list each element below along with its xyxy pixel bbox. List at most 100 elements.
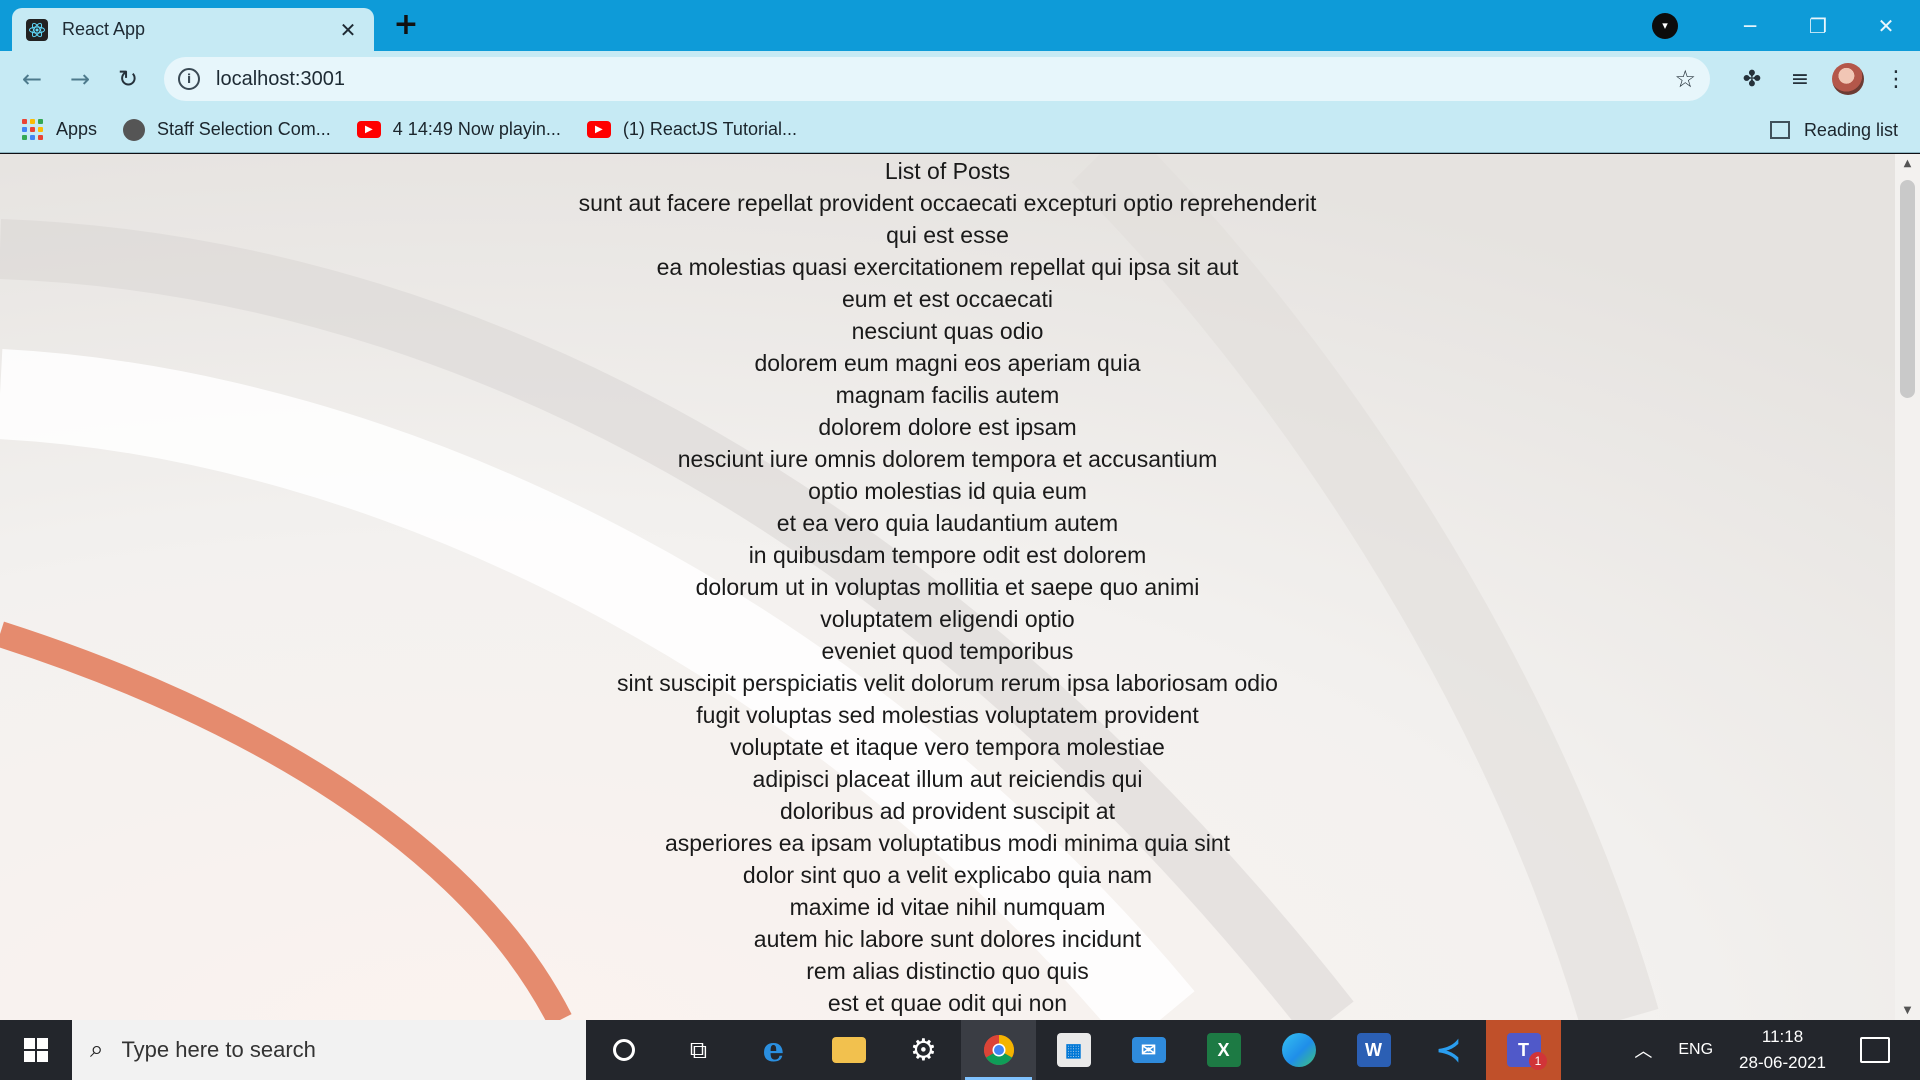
post-title: voluptate et itaque vero tempora molesti… <box>730 734 1165 760</box>
reading-list-icon <box>1769 121 1790 139</box>
post-title: dolorum ut in voluptas mollitia et saepe… <box>695 574 1200 600</box>
post-title: magnam facilis autem <box>835 382 1060 408</box>
taskbar-search-box[interactable]: ⌕ Type here to search <box>72 1020 586 1080</box>
toolbar-right-actions: ✤ ≡ ⋮ <box>1728 51 1920 107</box>
back-arrow-icon[interactable]: ← <box>14 61 50 97</box>
store-icon[interactable]: ▦ <box>1036 1020 1111 1080</box>
extensions-puzzle-icon[interactable]: ✤ <box>1728 67 1776 92</box>
bookmark-staff-selection[interactable]: Staff Selection Com... <box>123 118 331 141</box>
page-title: List of Posts <box>884 158 1011 184</box>
file-explorer-icon[interactable] <box>811 1020 886 1080</box>
system-tray: ︿ ENG 11:18 28-06-2021 <box>1634 1020 1920 1080</box>
post-title: nesciunt iure omnis dolorem tempora et a… <box>677 446 1218 472</box>
post-title: ea molestias quasi exercitationem repell… <box>656 254 1239 280</box>
mail-icon[interactable]: ✉ <box>1111 1020 1186 1080</box>
excel-icon[interactable]: X <box>1186 1020 1261 1080</box>
bookmark-star-icon[interactable]: ☆ <box>1674 65 1696 93</box>
page-viewport: List of Posts sunt aut facere repellat p… <box>0 154 1920 1020</box>
scroll-up-icon[interactable]: ▲ <box>1895 158 1920 169</box>
reading-list-button[interactable]: Reading list <box>1769 107 1898 153</box>
post-title: autem hic labore sunt dolores incidunt <box>753 926 1142 952</box>
action-center-icon[interactable] <box>1860 1037 1890 1063</box>
taskbar-apps: ⧉ e ⚙ ▦ ✉ X W ≺ T 1 <box>586 1020 1561 1080</box>
tab-close-icon[interactable]: ✕ <box>336 18 360 42</box>
profile-avatar[interactable] <box>1832 63 1864 95</box>
react-favicon-icon <box>26 18 48 41</box>
post-title: sint suscipit perspiciatis velit dolorum… <box>617 670 1278 696</box>
youtube-icon: ▶ <box>356 121 381 138</box>
settings-icon[interactable]: ⚙ <box>886 1020 961 1080</box>
globe-icon <box>123 118 146 141</box>
address-bar-url[interactable]: localhost:3001 <box>216 68 1674 91</box>
cortana-icon[interactable] <box>586 1020 661 1080</box>
search-placeholder: Type here to search <box>121 1037 316 1062</box>
windows-taskbar: ⌕ Type here to search ⧉ e ⚙ ▦ ✉ X W ≺ T … <box>0 1020 1920 1080</box>
clock-date: 28-06-2021 <box>1739 1053 1826 1072</box>
search-icon: ⌕ <box>90 1036 104 1063</box>
bookmark-apps[interactable]: Apps <box>22 118 98 141</box>
post-title: eveniet quod temporibus <box>821 638 1074 664</box>
scrollbar-thumb[interactable] <box>1900 180 1915 398</box>
minimize-icon[interactable]: ─ <box>1716 14 1784 38</box>
post-title: voluptatem eligendi optio <box>820 606 1075 632</box>
window-controls: ▾ ─ ❐ ✕ <box>1652 0 1920 51</box>
scroll-down-icon[interactable]: ▼ <box>1895 1005 1920 1016</box>
browser-titlebar: React App ✕ + ▾ ─ ❐ ✕ <box>0 0 1920 51</box>
post-title: asperiores ea ipsam voluptatibus modi mi… <box>664 830 1231 856</box>
chrome-icon[interactable] <box>961 1020 1036 1080</box>
browser-toolbar: ← → ↻ i localhost:3001 ☆ <box>0 51 1920 107</box>
windows-logo-icon <box>24 1038 48 1062</box>
show-hidden-icons-chevron-icon[interactable]: ︿ <box>1634 1037 1652 1063</box>
tab-title: React App <box>62 19 146 39</box>
reading-list-label: Reading list <box>1803 119 1898 140</box>
post-title: nesciunt quas odio <box>851 318 1044 344</box>
post-title: sunt aut facere repellat provident occae… <box>578 190 1317 216</box>
post-title: dolor sint quo a velit explicabo quia na… <box>742 862 1153 888</box>
task-view-icon[interactable]: ⧉ <box>661 1020 736 1080</box>
clock-time: 11:18 <box>1761 1027 1804 1046</box>
new-tab-button[interactable]: + <box>390 8 422 42</box>
edge-legacy-icon[interactable]: e <box>736 1020 811 1080</box>
post-title: dolorem dolore est ipsam <box>818 414 1077 440</box>
edge-icon[interactable] <box>1261 1020 1336 1080</box>
post-title: et ea vero quia laudantium autem <box>776 510 1119 536</box>
tab-react-app[interactable]: React App ✕ <box>12 8 374 51</box>
apps-grid-icon <box>22 118 44 141</box>
post-title: optio molestias id quia eum <box>808 478 1087 504</box>
bookmark-now-playing[interactable]: ▶ 4 14:49 Now playin... <box>356 119 561 140</box>
post-title: rem alias distinctio quo quis <box>806 958 1089 984</box>
vertical-scrollbar[interactable]: ▲ ▼ <box>1895 154 1920 1020</box>
start-button[interactable] <box>0 1020 72 1080</box>
word-icon[interactable]: W <box>1336 1020 1411 1080</box>
post-title: maxime id vitae nihil numquam <box>789 894 1106 920</box>
post-title: in quibusdam tempore odit est dolorem <box>748 542 1147 568</box>
reload-icon[interactable]: ↻ <box>110 61 146 97</box>
forward-arrow-icon[interactable]: → <box>62 61 98 97</box>
post-title: doloribus ad provident suscipit at <box>780 798 1115 824</box>
post-title: eum et est occaecati <box>842 286 1053 312</box>
post-title: dolorem eum magni eos aperiam quia <box>754 350 1141 376</box>
bookmarks-bar: Apps Staff Selection Com... ▶ 4 14:49 No… <box>0 107 1920 153</box>
posts-container: List of Posts sunt aut facere repellat p… <box>0 154 1895 1019</box>
bookmark-label: Apps <box>56 119 98 139</box>
youtube-icon: ▶ <box>586 121 611 138</box>
post-title: fugit voluptas sed molestias voluptatem … <box>696 702 1199 728</box>
address-bar[interactable]: i localhost:3001 ☆ <box>164 57 1710 101</box>
site-info-icon[interactable]: i <box>178 68 200 90</box>
post-title: est et quae odit qui non <box>827 990 1068 1016</box>
bookmark-label: 4 14:49 Now playin... <box>392 119 561 139</box>
teams-icon[interactable]: T 1 <box>1486 1020 1561 1080</box>
bookmark-reactjs-tutorial[interactable]: ▶ (1) ReactJS Tutorial... <box>586 119 797 140</box>
bookmark-label: (1) ReactJS Tutorial... <box>622 119 797 139</box>
post-title: adipisci placeat illum aut reiciendis qu… <box>752 766 1143 792</box>
media-controls-icon[interactable]: ≡ <box>1776 67 1824 92</box>
teams-badge: 1 <box>1529 1052 1547 1070</box>
restore-icon[interactable]: ❐ <box>1784 14 1852 38</box>
input-language[interactable]: ENG <box>1678 1041 1713 1059</box>
chrome-menu-icon[interactable]: ⋮ <box>1872 67 1920 92</box>
tab-search-icon[interactable]: ▾ <box>1652 12 1678 39</box>
bookmark-label: Staff Selection Com... <box>157 119 331 139</box>
window-close-icon[interactable]: ✕ <box>1852 14 1920 38</box>
taskbar-clock[interactable]: 11:18 28-06-2021 <box>1739 1024 1826 1076</box>
vscode-icon[interactable]: ≺ <box>1411 1020 1486 1080</box>
